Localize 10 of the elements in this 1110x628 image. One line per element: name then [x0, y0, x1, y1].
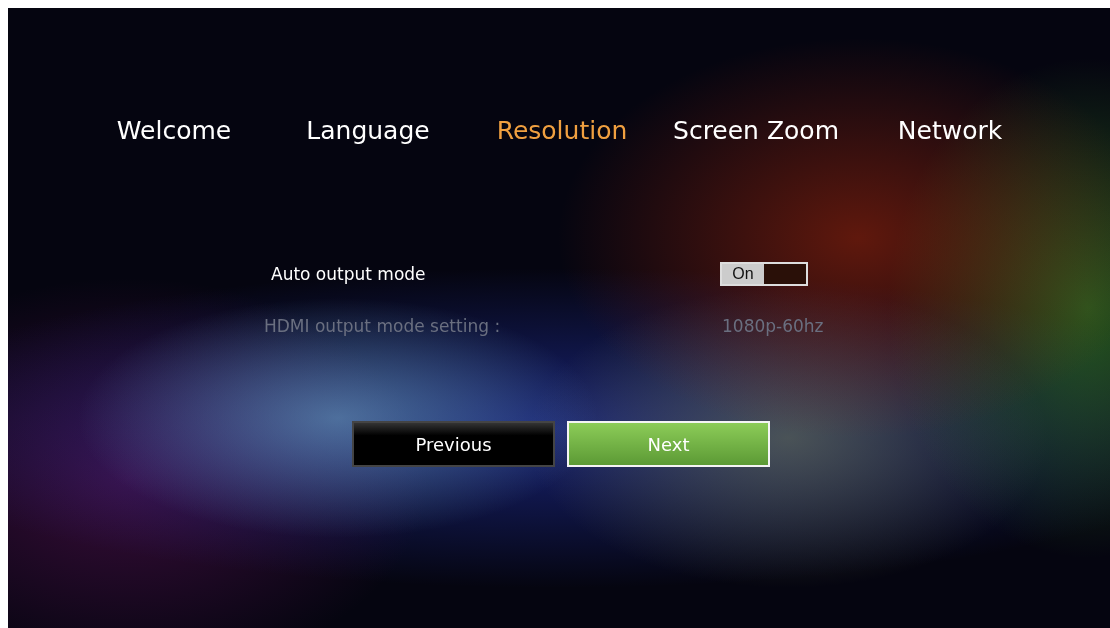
step-tab[interactable]: Resolution [496, 116, 628, 145]
setting-label: HDMI output mode setting : [264, 316, 502, 336]
toggle-switch[interactable]: On [720, 262, 808, 286]
previous-button[interactable]: Previous [352, 421, 555, 467]
step-tab[interactable]: Language [306, 116, 430, 145]
step-tab[interactable]: Welcome [116, 116, 232, 145]
step-tab[interactable]: Network [897, 116, 1003, 145]
setting-value: 1080p-60hz [722, 316, 825, 336]
step-tab[interactable]: Screen Zoom [673, 116, 839, 145]
setting-label: Auto output mode [270, 264, 427, 284]
